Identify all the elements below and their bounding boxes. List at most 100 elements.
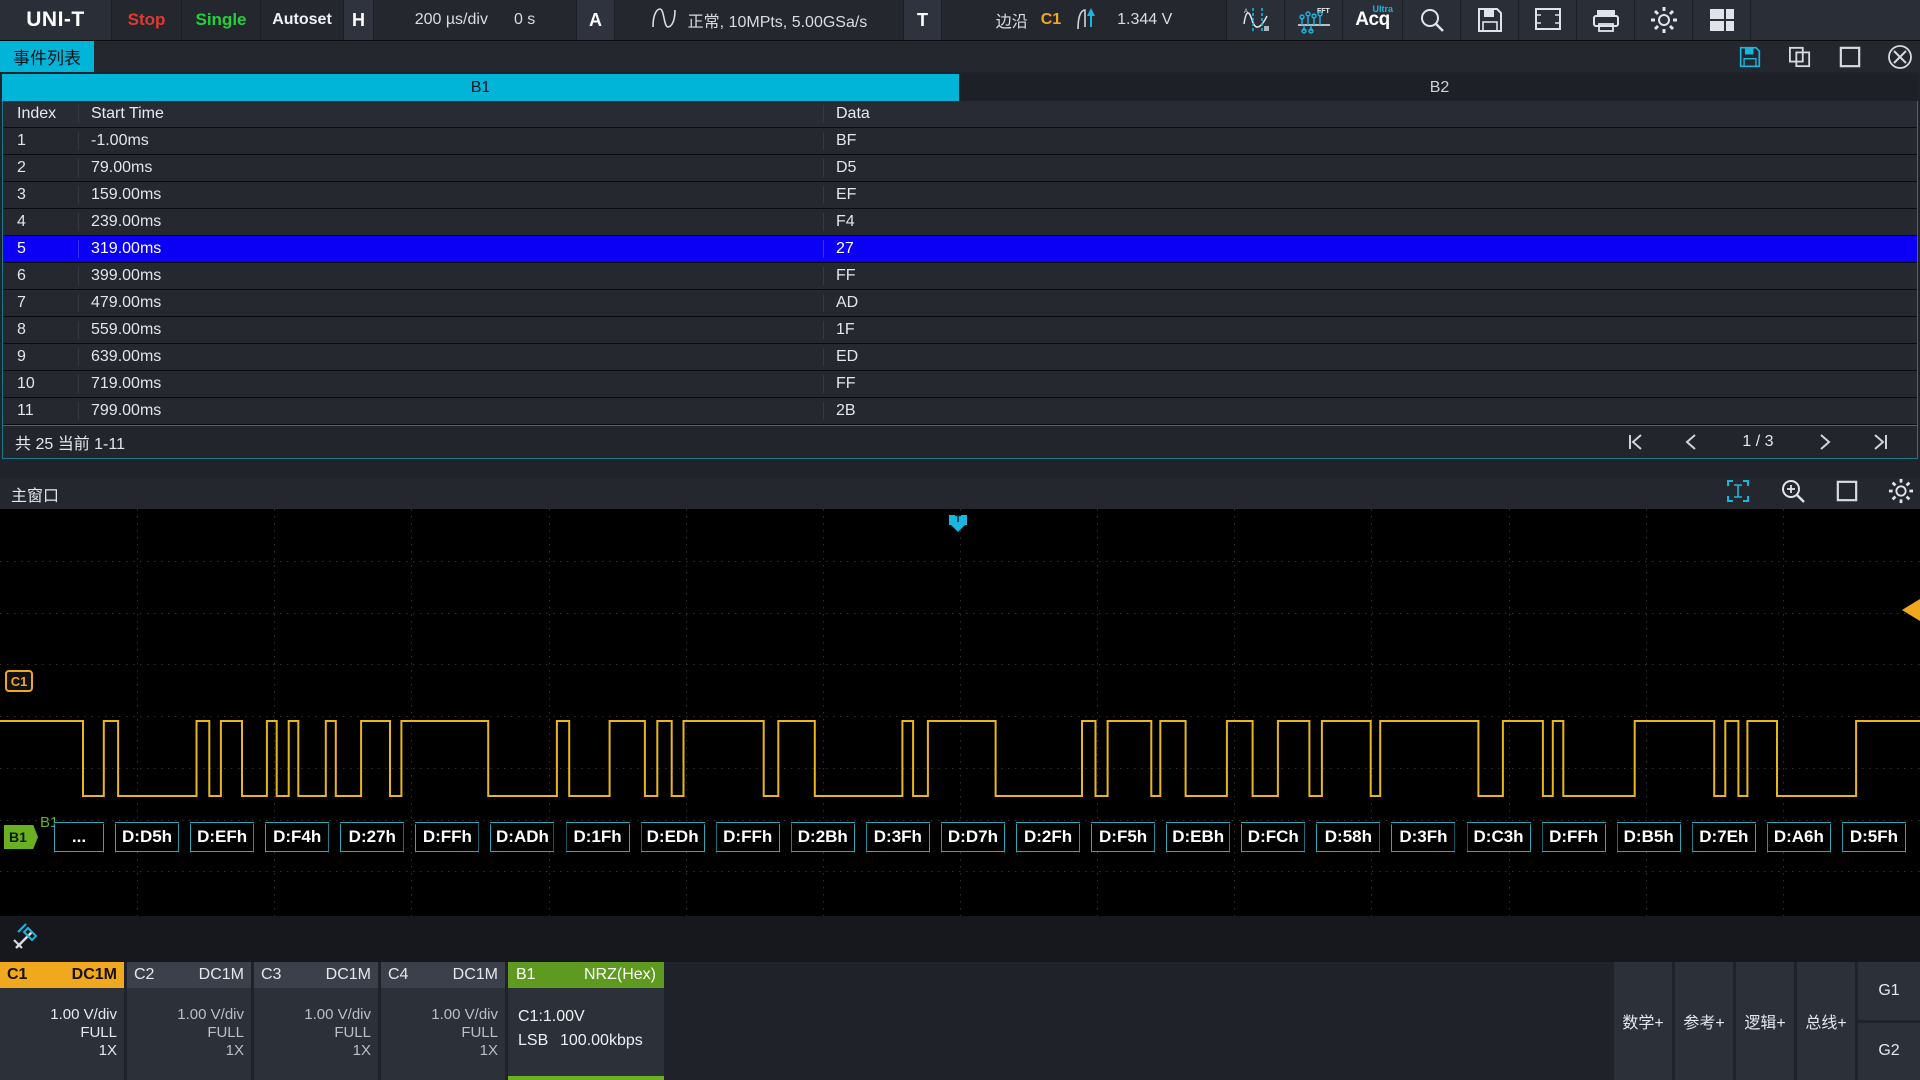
channel-header[interactable]: C2 DC1M [127, 962, 251, 988]
bus-packet[interactable]: D:B5h [1616, 822, 1681, 852]
horizontal-menu-button[interactable]: H [344, 0, 374, 40]
tab-event-list[interactable]: 事件列表 [0, 41, 94, 72]
single-button[interactable]: Single [182, 0, 261, 40]
bus-packet[interactable]: D:EDh [640, 822, 705, 852]
table-row[interactable]: 9 639.00ms ED [3, 344, 1917, 371]
table-row[interactable]: 4 239.00ms F4 [3, 209, 1917, 236]
bus-packet[interactable]: D:EBh [1166, 822, 1231, 852]
bottom-bar: C1 DC1M 1.00 V/div FULL 1X C2 DC1M 1.00 V/div FU… [0, 962, 1920, 1080]
tab-bus-b1[interactable]: B1 [2, 74, 959, 101]
fft-icon[interactable]: FFT [1285, 0, 1343, 40]
channel-header[interactable]: C1 DC1M [0, 962, 124, 988]
cursor-icon[interactable]: A [1227, 0, 1285, 40]
trigger-menu-button[interactable]: T [904, 0, 942, 40]
bus-packet[interactable]: D:FFh [715, 822, 780, 852]
display-icon[interactable] [1519, 0, 1577, 40]
bus-packet[interactable]: D:5Fh [1841, 822, 1906, 852]
table-row[interactable]: 8 559.00ms 1F [3, 317, 1917, 344]
horizontal-settings[interactable]: 200 µs/div 0 s [374, 0, 577, 40]
bus-packet[interactable]: D:FCh [1241, 822, 1306, 852]
bus-packet[interactable]: D:D5h [115, 822, 180, 852]
channel-card-c3[interactable]: C3 DC1M 1.00 V/div FULL 1X [254, 962, 378, 1080]
bus-card-b1[interactable]: B1 NRZ(Hex) C1:1.00V LSB 100.00kbps [508, 962, 664, 1080]
table-row[interactable]: 6 399.00ms FF [3, 263, 1917, 290]
acquire-menu-button[interactable]: A [577, 0, 615, 40]
channel-header[interactable]: C4 DC1M [381, 962, 505, 988]
run-stop-button[interactable]: Stop [112, 0, 182, 40]
table-row[interactable]: 1 -1.00ms BF [3, 128, 1917, 155]
acquire-settings[interactable]: 正常, 10MPts, 5.00GSa/s [615, 0, 904, 40]
settings-icon[interactable] [1888, 478, 1914, 509]
bus-packet[interactable]: D:3Fh [865, 822, 930, 852]
print-icon[interactable] [1577, 0, 1635, 40]
table-row[interactable]: 7 479.00ms AD [3, 290, 1917, 317]
bus-packet[interactable]: D:2Fh [1016, 822, 1081, 852]
trigger-settings[interactable]: 边沿 C1 1.344 V [942, 0, 1227, 40]
table-row[interactable]: 10 719.00ms FF [3, 371, 1917, 398]
bus-add-button[interactable]: 总线+ [1797, 962, 1855, 1080]
trigger-level-marker[interactable] [1902, 599, 1920, 621]
maximize-icon[interactable] [1836, 480, 1858, 507]
channel-name: C3 [261, 966, 282, 983]
waveform-icon [651, 6, 677, 35]
cell-start-time: 239.00ms [78, 213, 823, 231]
table-row[interactable]: 5 319.00ms 27 [3, 236, 1917, 263]
maximize-icon[interactable] [1836, 43, 1864, 71]
math-add-button[interactable]: 数学+ [1614, 962, 1672, 1080]
zoom-region-icon[interactable] [1726, 479, 1750, 508]
event-list-titlebar: 事件列表 [0, 41, 1920, 72]
bus-packet[interactable]: D:D7h [940, 822, 1005, 852]
bus-packet[interactable]: D:C3h [1466, 822, 1531, 852]
bus-card-header[interactable]: B1 NRZ(Hex) [508, 962, 664, 988]
next-page-icon[interactable] [1797, 426, 1853, 457]
table-row[interactable]: 2 79.00ms D5 [3, 155, 1917, 182]
bus-packet[interactable]: D:2Bh [790, 822, 855, 852]
copy-icon[interactable] [1786, 43, 1814, 71]
measure-tools-icon[interactable] [12, 922, 42, 957]
waveform-display[interactable]: T C1 B1 B1 ... D:D5h D:EFh D:F4h D:27h D:FFh D… [0, 509, 1920, 923]
search-icon[interactable] [1403, 0, 1461, 40]
zoom-in-icon[interactable] [1780, 478, 1806, 509]
channel-scale: 1.00 V/div [177, 1005, 244, 1023]
bus-packet[interactable]: ... [54, 822, 104, 852]
bus-badge-b1[interactable]: B1 [4, 825, 38, 849]
group-g2-button[interactable]: G2 [1858, 1022, 1920, 1080]
close-icon[interactable] [1886, 43, 1914, 71]
channel-header[interactable]: C3 DC1M [254, 962, 378, 988]
table-row[interactable]: 11 799.00ms 2B [3, 398, 1917, 425]
waveform-trace [0, 720, 1920, 797]
bus-packet[interactable]: D:FFh [1541, 822, 1606, 852]
channel-card-c4[interactable]: C4 DC1M 1.00 V/div FULL 1X [381, 962, 505, 1080]
bus-packet[interactable]: D:ADh [490, 822, 555, 852]
bus-packet[interactable]: D:FFh [415, 822, 480, 852]
logic-add-button[interactable]: 逻辑+ [1736, 962, 1794, 1080]
bus-packet[interactable]: D:58h [1316, 822, 1381, 852]
table-row[interactable]: 3 159.00ms EF [3, 182, 1917, 209]
first-page-icon[interactable] [1607, 426, 1663, 457]
channel-card-c2[interactable]: C2 DC1M 1.00 V/div FULL 1X [127, 962, 251, 1080]
bus-packet[interactable]: D:7Eh [1691, 822, 1756, 852]
column-header-index: Index [17, 105, 57, 122]
bus-packet[interactable]: D:1Fh [565, 822, 630, 852]
tab-bus-b2[interactable]: B2 [961, 74, 1918, 101]
last-page-icon[interactable] [1853, 426, 1909, 457]
channel-card-c1[interactable]: C1 DC1M 1.00 V/div FULL 1X [0, 962, 124, 1080]
bus-packet[interactable]: D:A6h [1766, 822, 1831, 852]
channel1-offset-marker[interactable]: C1 [5, 670, 33, 692]
bus-packet[interactable]: D:EFh [190, 822, 255, 852]
save-icon[interactable] [1461, 0, 1519, 40]
autoset-button[interactable]: Autoset [261, 0, 344, 40]
layout-icon[interactable] [1693, 0, 1751, 40]
bus-packet[interactable]: D:F5h [1091, 822, 1156, 852]
bus-packet[interactable]: D:27h [340, 822, 405, 852]
bus-packet[interactable]: D:3Fh [1391, 822, 1456, 852]
group-g1-button[interactable]: G1 [1858, 962, 1920, 1020]
save-icon[interactable] [1736, 43, 1764, 71]
prev-page-icon[interactable] [1663, 426, 1719, 457]
bus-packet[interactable]: D:F4h [265, 822, 330, 852]
cell-data: D5 [823, 159, 1917, 177]
reference-add-button[interactable]: 参考+ [1675, 962, 1733, 1080]
ultra-acq-icon[interactable]: Ultra Acq [1343, 0, 1403, 40]
settings-icon[interactable] [1635, 0, 1693, 40]
channel-scale: 1.00 V/div [431, 1005, 498, 1023]
